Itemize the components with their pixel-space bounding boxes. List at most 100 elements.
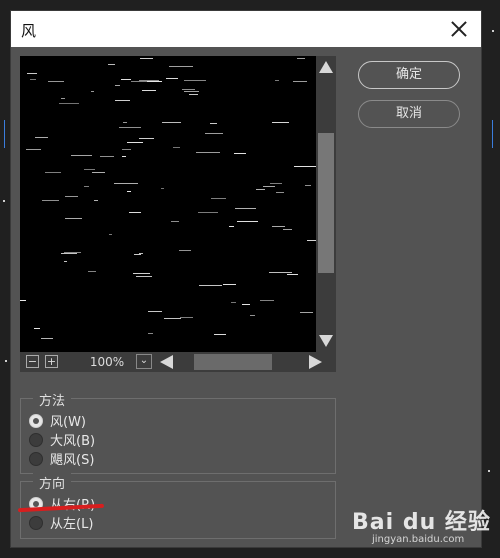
wind-streak (134, 254, 141, 255)
wind-streak (139, 138, 154, 139)
wind-streak (297, 58, 305, 59)
baidu-watermark: Bai du 经验 (352, 510, 491, 535)
horizontal-scroll-thumb[interactable] (194, 354, 272, 370)
wind-streak (61, 98, 65, 99)
filter-preview[interactable] (20, 56, 326, 352)
wind-streak (214, 334, 226, 335)
wind-streak (123, 122, 127, 123)
wind-streak (276, 192, 284, 193)
wind-streak (92, 172, 105, 173)
wind-streak (147, 81, 162, 82)
dialog-titlebar: 风 (11, 11, 481, 47)
wind-streak (26, 149, 41, 150)
ok-button[interactable]: 确定 (358, 61, 460, 89)
wind-streak (131, 81, 147, 82)
wind-streak (211, 198, 226, 199)
wind-streak (42, 200, 59, 201)
wind-streak (41, 338, 53, 339)
wind-streak (162, 122, 181, 123)
wind-streak (179, 250, 191, 251)
wind-streak (59, 103, 79, 104)
wind-streak (270, 183, 282, 184)
wind-streak (275, 80, 279, 81)
wind-streak (65, 196, 78, 197)
wind-streak (122, 156, 126, 157)
wind-streak (142, 90, 156, 91)
wind-streak (94, 200, 98, 201)
scroll-left-arrow-icon[interactable] (160, 355, 173, 369)
wind-streak (122, 149, 131, 150)
method-radio-wind[interactable]: 风(W) (29, 412, 86, 430)
scroll-up-arrow-icon[interactable] (319, 61, 333, 73)
zoom-dropdown-icon[interactable]: ⌄ (136, 354, 152, 369)
wind-streak (189, 94, 198, 95)
wind-streak (184, 91, 199, 92)
wind-streak (30, 79, 36, 80)
wind-streak (180, 317, 193, 318)
wind-streak (171, 221, 179, 222)
wind-streak (91, 91, 94, 92)
wind-streak (45, 172, 61, 173)
zoom-out-icon[interactable]: − (26, 355, 39, 368)
wind-streak (164, 318, 181, 319)
close-icon[interactable] (447, 17, 471, 41)
wind-filter-dialog: 风 − + 100% ⌄ 确定 取消 方法 风(W) 大风(B) 飓风(S) 方… (10, 10, 482, 548)
scroll-down-arrow-icon[interactable] (319, 335, 333, 347)
radio-unchecked-icon (29, 451, 43, 466)
method-radio-stagger[interactable]: 飓风(S) (29, 450, 95, 468)
wind-streak (65, 218, 82, 219)
wind-streak (133, 273, 150, 274)
wind-streak (115, 100, 130, 101)
wind-streak (250, 315, 255, 316)
wind-streak (71, 155, 92, 156)
cancel-button[interactable]: 取消 (358, 100, 460, 128)
wind-streak (263, 186, 275, 187)
radio-label: 从左(L) (50, 517, 94, 532)
radio-checked-icon (29, 413, 43, 428)
direction-legend: 方向 (33, 473, 72, 492)
method-legend: 方法 (33, 390, 72, 409)
wind-streak (127, 191, 131, 192)
wind-streak (20, 300, 26, 301)
wind-streak (136, 276, 152, 277)
wind-streak (114, 183, 138, 184)
wind-streak (269, 272, 292, 273)
wind-streak (100, 156, 114, 157)
wind-streak (199, 285, 222, 286)
wind-streak (119, 127, 141, 128)
scroll-right-arrow-icon[interactable] (309, 355, 322, 369)
wind-streak (27, 73, 37, 74)
direction-radio-from-left[interactable]: 从左(L) (29, 514, 94, 532)
zoom-in-icon[interactable]: + (45, 355, 58, 368)
radio-label: 飓风(S) (50, 453, 95, 468)
wind-streak (294, 166, 316, 167)
method-group: 方法 风(W) 大风(B) 飓风(S) (20, 390, 336, 474)
wind-streak (287, 274, 298, 275)
wind-streak (256, 189, 265, 190)
radio-label: 大风(B) (50, 434, 96, 449)
wind-streak (61, 253, 77, 254)
radio-unchecked-icon (29, 432, 43, 447)
watermark-url: jingyan.baidu.com (372, 534, 465, 545)
wind-streak (229, 226, 234, 227)
wind-streak (88, 271, 96, 272)
wind-streak (148, 333, 153, 334)
backdrop-dot (488, 470, 490, 472)
preview-vertical-scrollbar[interactable] (316, 56, 336, 352)
method-radio-blast[interactable]: 大风(B) (29, 431, 96, 449)
wind-streak (283, 229, 292, 230)
wind-streak (184, 80, 206, 81)
guide-line (4, 120, 5, 148)
wind-streak (300, 312, 313, 313)
preview-zoom-bar: − + 100% ⌄ (20, 352, 336, 372)
radio-unchecked-icon (29, 515, 43, 530)
scroll-thumb[interactable] (318, 133, 334, 273)
wind-streak (64, 261, 67, 262)
dialog-title: 风 (21, 22, 37, 40)
wind-streak (196, 152, 220, 153)
wind-streak (182, 89, 195, 90)
wind-streak (198, 212, 218, 213)
backdrop-dot (5, 360, 7, 362)
wind-streak (305, 185, 311, 186)
wind-streak (161, 188, 164, 189)
